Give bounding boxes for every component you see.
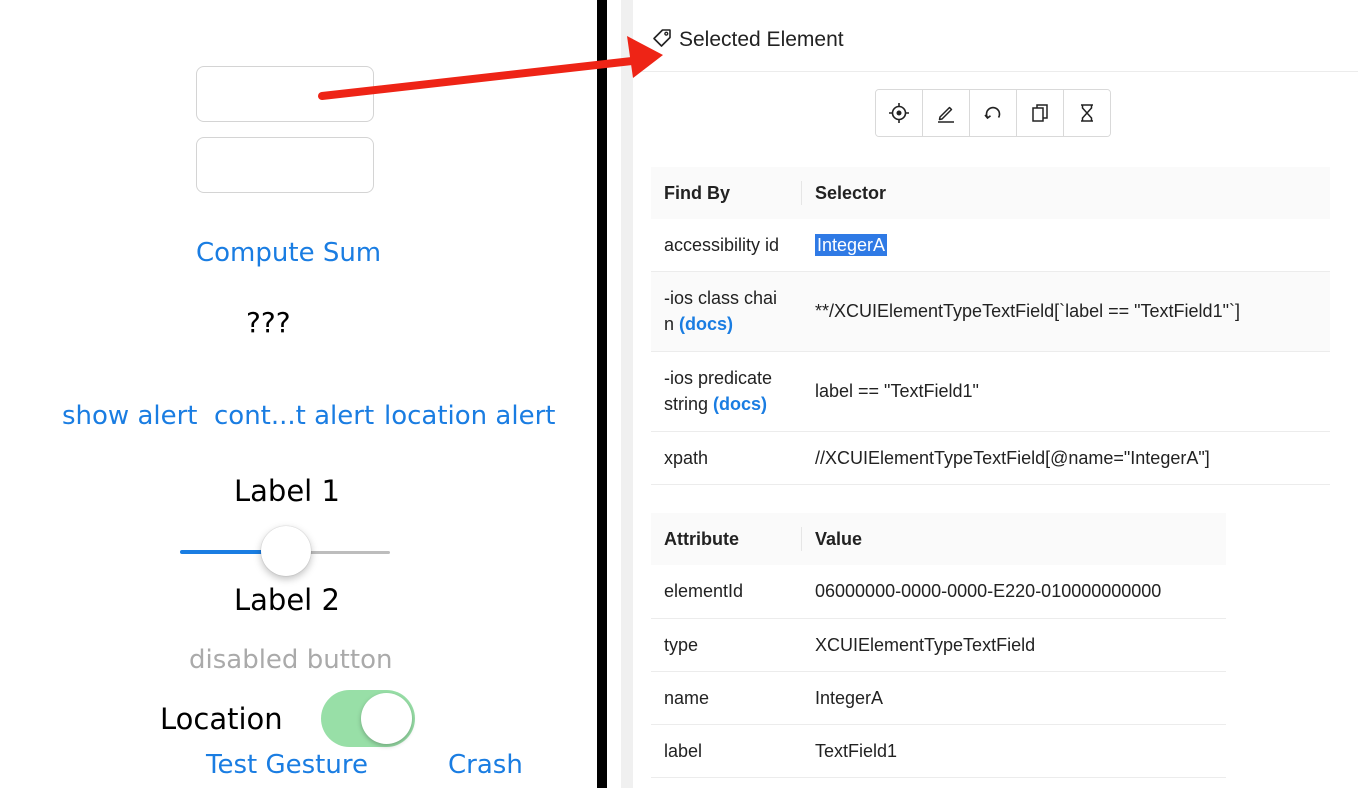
location-alert-button[interactable]: location alert (384, 401, 555, 431)
panel-header: Selected Element (633, 0, 1358, 72)
find-by-table: Find By Selector accessibility id Intege… (651, 167, 1330, 485)
attribute-cell: label (651, 724, 802, 778)
selector-cell: **/XCUIElementTypeTextField[`label == "T… (802, 271, 1330, 352)
clear-button[interactable] (970, 90, 1017, 136)
disabled-button: disabled button (189, 645, 393, 675)
docs-link[interactable]: (docs) (679, 314, 733, 334)
selector-cell: IntegerA (802, 219, 1330, 272)
label-1: Label 1 (234, 474, 340, 508)
selector-cell: label == "TextField1" (802, 351, 1330, 432)
element-actions-toolbar (875, 89, 1111, 137)
table-row[interactable]: elementId 06000000-0000-0000-E220-010000… (651, 565, 1226, 619)
value-cell: XCUIElementTypeTextField (802, 618, 1226, 672)
location-label: Location (160, 702, 283, 736)
attribute-header: Attribute (651, 513, 802, 565)
find-by-text: accessibility id (664, 234, 780, 255)
table-row[interactable]: -ios class chai n (docs) **/XCUIElementT… (651, 271, 1330, 352)
crash-button[interactable]: Crash (448, 750, 523, 780)
table-row[interactable]: accessibility id IntegerA (651, 219, 1330, 272)
contact-alert-button[interactable]: cont...t alert (214, 401, 374, 431)
show-alert-button[interactable]: show alert (62, 401, 198, 431)
toggle-knob (361, 693, 412, 744)
location-toggle[interactable] (321, 690, 415, 747)
copy-attributes-icon (1032, 104, 1048, 122)
selector-header: Selector (802, 167, 1330, 219)
integer-b-text-field[interactable] (196, 137, 374, 193)
result-label: ??? (246, 306, 291, 339)
integer-a-text-field[interactable] (196, 66, 374, 122)
test-gesture-button[interactable]: Test Gesture (206, 750, 368, 780)
value-cell: 06000000-0000-0000-E220-010000000000 (802, 565, 1226, 619)
selector-cell: //XCUIElementTypeTextField[@name="Intege… (802, 431, 1330, 485)
attributes-table: Attribute Value elementId 06000000-0000-… (651, 513, 1226, 778)
table-row[interactable]: label TextField1 (651, 724, 1226, 778)
selected-selector-text[interactable]: IntegerA (815, 233, 888, 256)
tag-icon (652, 28, 672, 53)
table-row[interactable]: type XCUIElementTypeTextField (651, 618, 1226, 672)
timing-button[interactable] (1064, 90, 1110, 136)
tap-icon (889, 103, 909, 123)
value-cell: IntegerA (802, 671, 1226, 725)
find-by-cell: -ios predicate string (docs) (651, 351, 802, 432)
panel-gap (607, 0, 621, 788)
panel-title: Selected Element (679, 28, 844, 51)
compute-sum-button[interactable]: Compute Sum (196, 238, 381, 268)
find-by-header: Find By (651, 167, 802, 219)
clear-icon (984, 106, 1001, 120)
table-row[interactable]: xpath //XCUIElementTypeTextField[@name="… (651, 431, 1330, 485)
send-keys-icon (938, 106, 954, 123)
send-keys-button[interactable] (923, 90, 970, 136)
value-header: Value (802, 513, 1226, 565)
attribute-cell: type (651, 618, 802, 672)
table-row[interactable]: -ios predicate string (docs) label == "T… (651, 351, 1330, 432)
attribute-cell: elementId (651, 565, 802, 619)
ios-app-screen: Compute Sum ??? show alert cont...t aler… (0, 0, 597, 788)
slider-thumb[interactable] (261, 526, 311, 576)
tap-button[interactable] (876, 90, 923, 136)
value-cell: TextField1 (802, 724, 1226, 778)
table-row[interactable]: name IntegerA (651, 671, 1226, 725)
copy-attributes-button[interactable] (1017, 90, 1064, 136)
find-by-cell: -ios class chai n (docs) (651, 271, 802, 352)
find-by-cell: accessibility id (651, 219, 802, 272)
selected-element-panel: Selected Element Find By Selector access… (621, 0, 1358, 788)
docs-link[interactable]: (docs) (713, 394, 767, 414)
attribute-cell: name (651, 671, 802, 725)
find-by-cell: xpath (651, 431, 802, 485)
hourglass-icon (1081, 104, 1093, 122)
label-2: Label 2 (234, 583, 340, 617)
